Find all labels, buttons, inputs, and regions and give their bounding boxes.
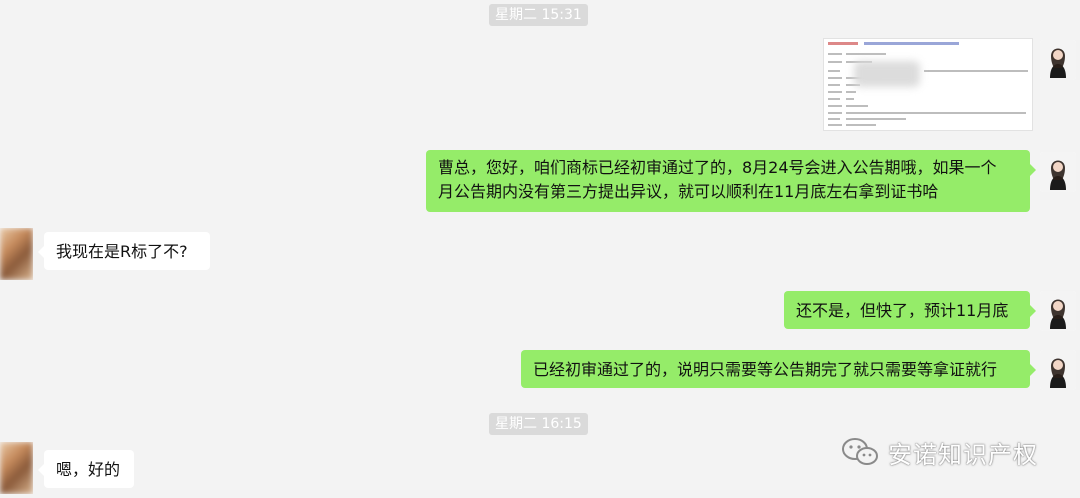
contact-avatar[interactable] xyxy=(0,442,33,494)
message-text: 嗯，好的 xyxy=(56,460,121,479)
watermark-text: 安诺知识产权 xyxy=(888,440,1038,469)
outgoing-message-bubble[interactable]: 还不是，但快了，预计11月底 xyxy=(784,291,1036,329)
wechat-icon xyxy=(842,438,878,465)
incoming-message-bubble[interactable]: 嗯，好的 xyxy=(38,450,134,488)
message-text-line: 月公告期内没有第三方提出异议，就可以顺利在11月底左右拿到证书哈 xyxy=(438,182,939,201)
message-text: 我现在是R标了不? xyxy=(56,242,188,261)
user-avatar[interactable] xyxy=(1040,40,1076,80)
message-text: 还不是，但快了，预计11月底 xyxy=(796,301,1009,320)
user-avatar[interactable] xyxy=(1040,152,1076,192)
outgoing-message-bubble[interactable]: 已经初审通过了的，说明只需要等公告期完了就只需要等拿证就行 xyxy=(521,350,1036,388)
contact-avatar[interactable] xyxy=(0,228,33,280)
user-avatar[interactable] xyxy=(1040,291,1076,331)
outgoing-message-bubble[interactable]: 曹总，您好，咱们商标已经初审通过了的，8月24号会进入公告期哦，如果一个 月公告… xyxy=(426,150,1036,212)
message-text-line: 曹总，您好，咱们商标已经初审通过了的，8月24号会进入公告期哦，如果一个 xyxy=(438,158,997,177)
watermark: 安诺知识产权 xyxy=(840,432,1038,472)
timestamp: 星期二 16:15 xyxy=(489,413,588,435)
timestamp: 星期二 15:31 xyxy=(489,4,588,26)
blurred-region xyxy=(854,61,920,87)
message-text: 已经初审通过了的，说明只需要等公告期完了就只需要等拿证就行 xyxy=(533,360,998,379)
incoming-message-bubble[interactable]: 我现在是R标了不? xyxy=(38,232,210,270)
document-image-message[interactable] xyxy=(823,38,1033,131)
chat-window: 星期二 15:31 曹总，您好，咱们商标已经初审通过了的，8月24号会进入公告期… xyxy=(0,0,1080,498)
user-avatar[interactable] xyxy=(1040,350,1076,390)
